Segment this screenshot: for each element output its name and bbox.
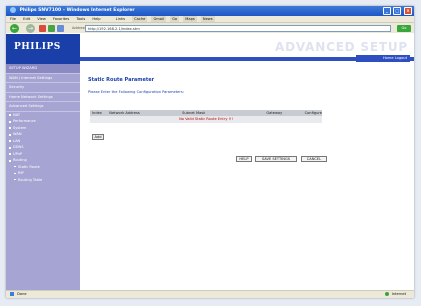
refresh-icon[interactable] [48,25,55,32]
help-button[interactable]: HELP [236,156,252,162]
sidebar-item-home-network[interactable]: Home Network Settings [6,93,80,102]
column-configure: Configure [304,111,323,115]
sidebar-item-security[interactable]: Security [6,83,80,93]
menu-help[interactable]: Help [92,17,100,21]
page-icon [10,292,14,296]
title-bar: Philips SNV7100 – Windows Internet Explo… [6,6,414,16]
cancel-button[interactable]: CANCEL [301,156,327,162]
zone-text: Internet [391,292,406,296]
browser-icon [10,6,16,13]
column-gateway: Gateway [266,111,283,115]
status-bar: Done Internet [6,290,414,298]
sidebar-item-setup-wizard[interactable]: SETUP WIZARD [6,64,80,74]
menu-view[interactable]: View [37,17,46,21]
sidebar-item-advanced[interactable]: Advanced Settings [6,102,80,112]
forward-arrow-icon[interactable]: → [26,24,35,33]
column-index: Index [92,111,102,115]
column-network-address: Network Address [109,111,140,115]
toolbar: ← → Address Go [6,22,414,33]
home-logout-buttons[interactable]: Home Logout [356,55,410,62]
philips-logo: PHILIPS [14,42,61,52]
add-button[interactable]: Add [92,134,104,140]
menu-file[interactable]: File [10,17,16,21]
sidebar: SETUP WIZARD WAN / Internet Settings Sec… [6,64,80,290]
links-label: Links [115,17,125,21]
browser-window: Philips SNV7100 – Windows Internet Explo… [6,6,414,298]
menu-tools[interactable]: Tools [76,17,85,21]
sidebar-sub-routing-table[interactable]: Routing Table [6,177,80,184]
save-settings-button[interactable]: SAVE SETTINGS [255,156,297,162]
static-route-table: Index Network Address Subnet Mask Gatewa… [90,110,322,123]
close-button[interactable]: × [404,7,412,15]
menu-edit[interactable]: Edit [23,17,30,21]
maximize-button[interactable]: □ [393,7,402,15]
status-text: Done [17,292,27,296]
sidebar-item-wan[interactable]: WAN / Internet Settings [6,74,80,83]
back-arrow-icon[interactable]: ← [10,24,19,33]
page-header: ADVANCED SETUP Home Logout [80,34,414,64]
menu-favorites[interactable]: Favorites [53,17,69,21]
minimize-button[interactable]: _ [382,7,391,15]
page-title: Static Route Parameter [88,77,155,83]
empty-route-message: No Valid Static Route Entry !!! [179,117,233,121]
advanced-setup-title: ADVANCED SETUP [275,40,408,54]
stop-icon[interactable] [39,25,46,32]
main-content: Static Route Parameter Please Enter the … [80,64,414,290]
brand-panel: PHILIPS [6,34,80,64]
instruction-text: Please Enter the Following Configuration… [88,90,184,94]
globe-icon [384,292,389,296]
table-row: No Valid Static Route Entry !!! [90,116,322,123]
go-button[interactable]: Go [397,25,411,32]
status-zone: Internet [384,291,406,298]
address-input[interactable] [85,25,391,32]
status-left: Done [10,291,27,298]
home-icon[interactable] [57,25,64,32]
window-title: Philips SNV7100 – Windows Internet Explo… [19,8,135,13]
